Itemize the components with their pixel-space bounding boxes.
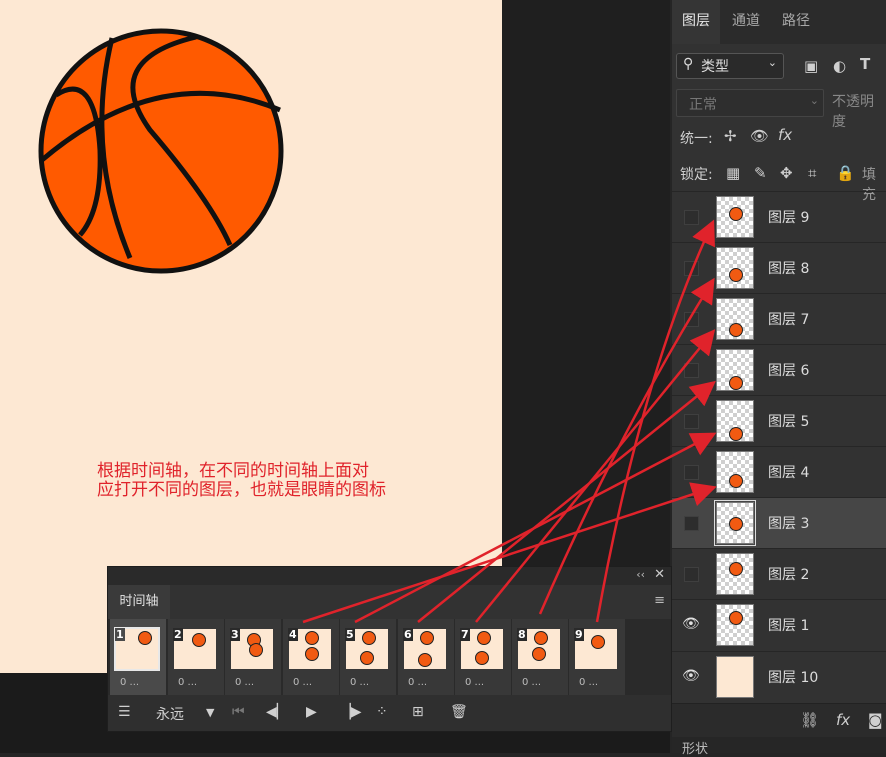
annotation-arrows <box>302 219 717 624</box>
